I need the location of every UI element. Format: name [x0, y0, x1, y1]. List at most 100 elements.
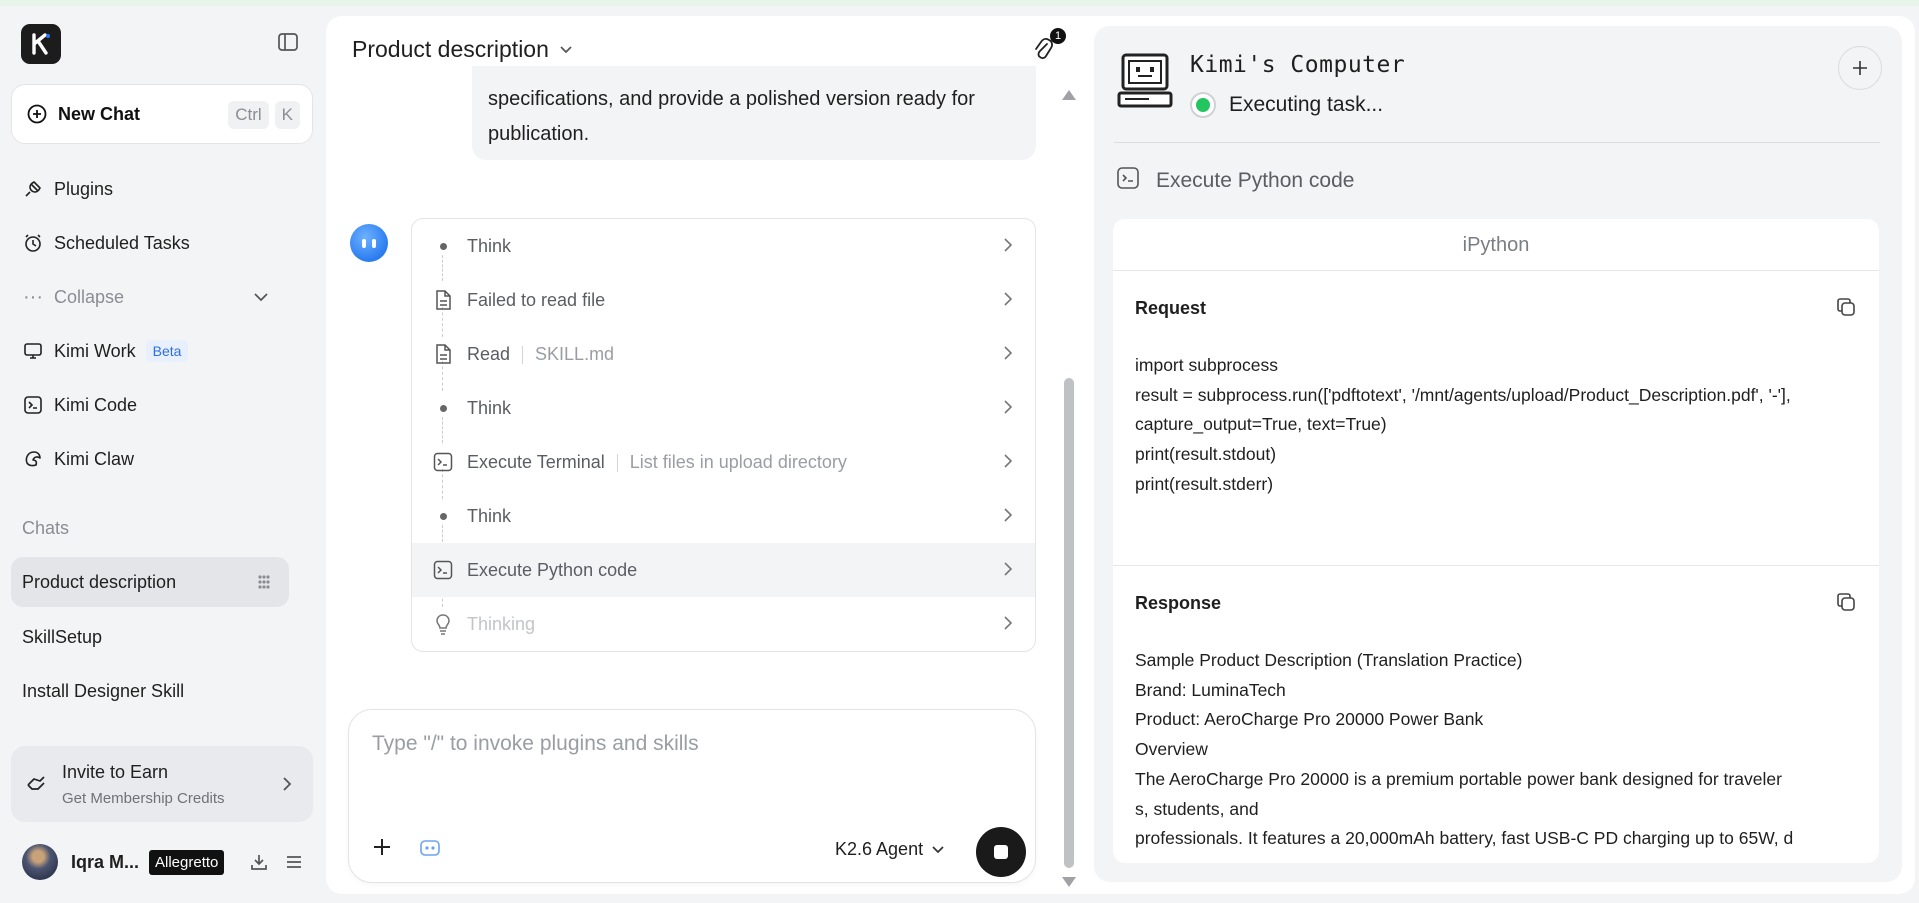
plus-icon — [1853, 61, 1867, 75]
step-execute-python[interactable]: Execute Python code — [412, 543, 1035, 597]
drag-handle-icon[interactable] — [257, 574, 271, 595]
ipython-panel: iPython Request import subprocess result… — [1113, 219, 1879, 863]
step-label: Failed to read file — [467, 289, 606, 310]
terminal-icon — [1116, 166, 1140, 196]
invite-title: Invite to Earn — [62, 762, 169, 782]
model-selector[interactable]: K2.6 Agent — [835, 839, 945, 860]
shortcut-ctrl: Ctrl — [228, 101, 269, 129]
chevron-down-icon[interactable] — [252, 290, 270, 309]
status-text: Executing task... — [1229, 93, 1384, 116]
chat-title-dropdown[interactable]: Product description — [352, 36, 573, 63]
step-label: Execute Python code — [467, 559, 638, 580]
chevron-right-icon — [1003, 453, 1013, 474]
add-button[interactable] — [1838, 46, 1882, 90]
new-chat-shortcut: Ctrl K — [228, 101, 300, 129]
sidebar-item-plugins[interactable]: Plugins — [22, 174, 113, 204]
sidebar-item-label: Kimi Claw — [54, 448, 135, 469]
step-thinking[interactable]: Thinking — [412, 597, 1035, 651]
terminal-icon — [432, 451, 454, 473]
skill-icon[interactable] — [419, 838, 441, 863]
scroll-up-arrow[interactable] — [1062, 90, 1076, 100]
chevron-down-icon — [560, 45, 572, 53]
download-icon[interactable] — [249, 852, 269, 877]
user-message-line: publication. — [488, 123, 590, 145]
chat-item[interactable]: Install Designer Skill — [11, 666, 289, 716]
chat-item-label: Product description — [22, 571, 177, 592]
claw-icon — [22, 448, 44, 470]
chat-item[interactable]: Product description — [11, 557, 289, 607]
step-read-file[interactable]: Read SKILL.md — [412, 327, 1035, 381]
plus-icon[interactable] — [371, 836, 393, 863]
terminal-icon — [22, 394, 44, 416]
scrollbar-thumb[interactable] — [1064, 378, 1074, 868]
sidebar-collapse-toggle[interactable]: ··· Collapse — [22, 282, 124, 312]
scroll-down-arrow[interactable] — [1062, 877, 1076, 887]
bullet-icon — [432, 505, 454, 527]
user-profile[interactable]: Iqra M... Allegretto — [22, 843, 225, 881]
ipython-title: iPython — [1113, 219, 1879, 271]
monitor-icon — [22, 340, 44, 362]
assistant-avatar — [350, 224, 388, 262]
response-text[interactable]: Sample Product Description (Translation … — [1135, 646, 1793, 854]
message-composer[interactable]: Type "/" to invoke plugins and skills K2… — [348, 709, 1036, 883]
invite-subtitle: Get Membership Credits — [62, 790, 225, 807]
avatar[interactable] — [22, 844, 58, 880]
sidebar-toggle-icon[interactable] — [276, 30, 300, 54]
plan-badge: Allegretto — [149, 849, 225, 875]
request-label: Request — [1135, 298, 1207, 318]
invite-to-earn-card[interactable]: Invite to Earn Get Membership Credits — [11, 746, 313, 822]
user-message-line: specifications, and provide a polished v… — [488, 88, 975, 110]
agent-steps-list: Think Failed to read file Read SKILL.md T… — [411, 218, 1036, 652]
response-label: Response — [1135, 593, 1222, 613]
new-chat-label: New Chat — [58, 103, 141, 124]
user-name: Iqra M... — [71, 851, 140, 872]
chat-item[interactable]: SkillSetup — [11, 612, 289, 662]
divider — [1113, 565, 1879, 566]
retro-computer-icon — [1116, 52, 1174, 115]
chevron-right-icon — [1003, 345, 1013, 366]
status-indicator-icon — [1190, 92, 1216, 118]
step-execute-terminal[interactable]: Execute Terminal List files in upload dir… — [412, 435, 1035, 489]
chevron-right-icon — [1003, 399, 1013, 420]
chevron-right-icon — [1003, 561, 1013, 582]
ellipsis-icon: ··· — [23, 285, 43, 308]
sidebar-item-label: Kimi Code — [54, 394, 138, 415]
request-code[interactable]: import subprocess result = subprocess.ru… — [1135, 351, 1791, 500]
new-chat-button[interactable]: New Chat Ctrl K — [11, 84, 313, 144]
chevron-right-icon — [1003, 615, 1013, 636]
sidebar-item-scheduled-tasks[interactable]: Scheduled Tasks — [22, 228, 190, 258]
page-title: Product description — [352, 36, 549, 62]
lightbulb-icon — [432, 613, 454, 635]
chevron-down-icon — [932, 845, 944, 853]
attachment-count-badge: 1 — [1050, 28, 1066, 44]
gift-icon — [25, 772, 47, 799]
chevron-right-icon — [281, 775, 293, 798]
sidebar-item-kimi-code[interactable]: Kimi Code — [22, 390, 137, 420]
copy-icon[interactable] — [1835, 591, 1857, 618]
stop-icon — [994, 845, 1008, 859]
alarm-clock-icon — [22, 232, 44, 254]
kimi-logo[interactable] — [21, 24, 61, 64]
chat-item-label: SkillSetup — [22, 626, 103, 647]
sidebar-item-kimi-work[interactable]: Kimi Work Beta — [22, 336, 189, 366]
stop-button[interactable] — [976, 827, 1026, 877]
step-think[interactable]: Think — [412, 219, 1035, 273]
sidebar-item-kimi-claw[interactable]: Kimi Claw — [22, 444, 134, 474]
chevron-right-icon — [1003, 291, 1013, 312]
step-detail: List files in upload directory — [629, 451, 847, 472]
shortcut-k: K — [274, 101, 300, 129]
step-think[interactable]: Think — [412, 381, 1035, 435]
step-failed-read[interactable]: Failed to read file — [412, 273, 1035, 327]
copy-icon[interactable] — [1835, 296, 1857, 323]
step-think[interactable]: Think — [412, 489, 1035, 543]
composer-placeholder[interactable]: Type "/" to invoke plugins and skills — [372, 732, 699, 756]
chats-section-label: Chats — [22, 518, 70, 538]
terminal-icon — [432, 559, 454, 581]
current-tool: Execute Python code — [1116, 166, 1354, 196]
chevron-right-icon — [1003, 507, 1013, 528]
new-chat-icon — [27, 104, 47, 124]
step-label: Execute Terminal — [467, 451, 605, 472]
step-detail: SKILL.md — [535, 343, 615, 364]
tool-label: Execute Python code — [1156, 169, 1355, 192]
menu-icon[interactable] — [284, 852, 304, 877]
